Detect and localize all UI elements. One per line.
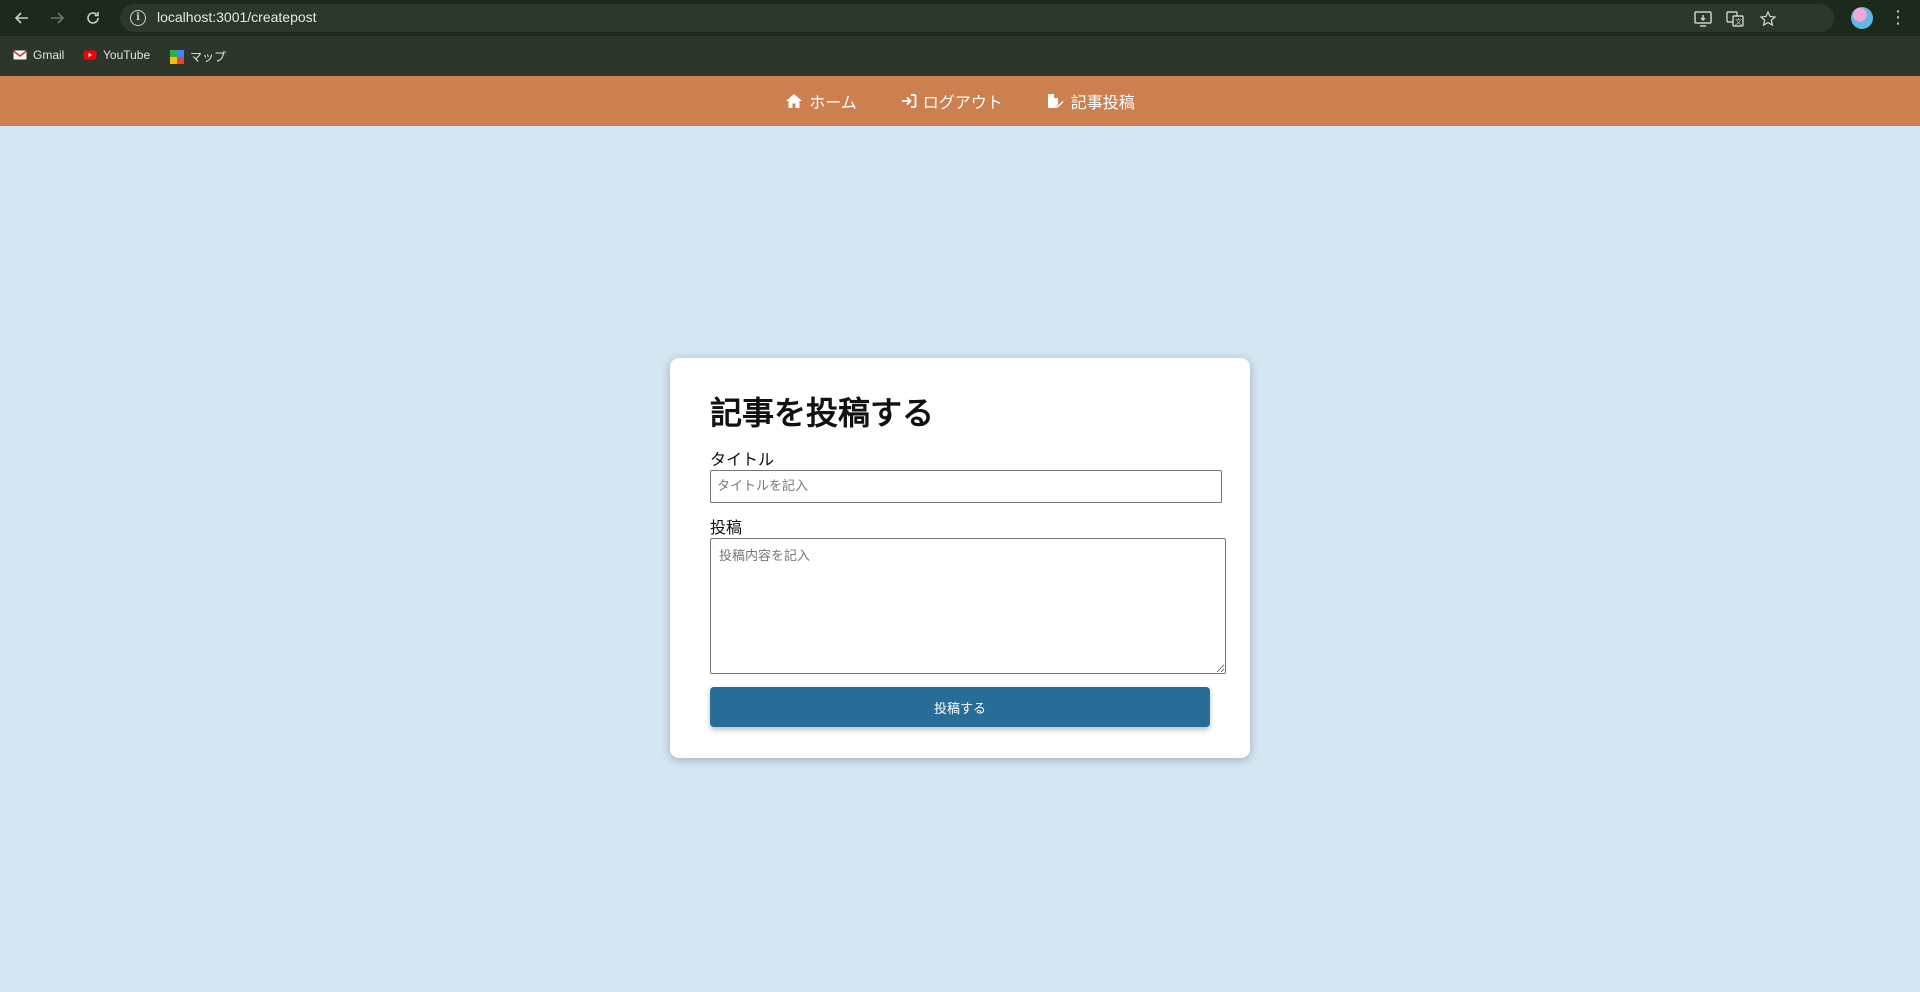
profile-avatar[interactable]	[1851, 7, 1873, 29]
post-textarea[interactable]	[710, 538, 1226, 674]
bookmarks-bar: Gmail YouTube マップ	[0, 36, 1920, 76]
bookmark-label: YouTube	[103, 48, 151, 62]
app-navbar: ホーム ログアウト 記事投稿	[0, 76, 1920, 126]
translate-icon[interactable]: 文	[1724, 8, 1746, 30]
address-bar[interactable]: i localhost:3001/createpost 文	[120, 4, 1834, 32]
maps-icon	[170, 49, 184, 64]
youtube-icon	[83, 50, 97, 60]
reload-icon[interactable]	[81, 6, 105, 30]
bookmark-gmail[interactable]: Gmail	[13, 48, 64, 62]
url-text[interactable]: localhost:3001/createpost	[157, 9, 317, 25]
create-post-card: 記事を投稿する タイトル 投稿 投稿する	[670, 358, 1250, 758]
bookmark-maps[interactable]: マップ	[170, 48, 226, 65]
nav-logout-label: ログアウト	[922, 93, 1003, 112]
svg-text:文: 文	[1735, 17, 1742, 26]
bookmark-label: マップ	[190, 50, 227, 64]
title-label: タイトル	[710, 450, 775, 469]
home-icon	[786, 94, 803, 108]
gmail-icon	[13, 50, 27, 60]
site-info-icon[interactable]: i	[130, 10, 146, 26]
submit-post-button[interactable]: 投稿する	[710, 687, 1210, 727]
browser-toolbar: i localhost:3001/createpost 文 ⋮	[0, 0, 1920, 36]
bookmark-youtube[interactable]: YouTube	[83, 48, 150, 62]
bookmark-label: Gmail	[33, 48, 65, 62]
nav-createpost-link[interactable]: 記事投稿	[1047, 89, 1135, 113]
more-menu-icon[interactable]: ⋮	[1888, 6, 1908, 30]
back-arrow-icon[interactable]	[10, 6, 34, 30]
title-input[interactable]	[710, 470, 1222, 503]
forward-arrow-icon[interactable]	[45, 6, 69, 30]
nav-createpost-label: 記事投稿	[1070, 93, 1135, 112]
file-pen-icon	[1047, 94, 1065, 108]
page-title: 記事を投稿する	[710, 394, 935, 432]
nav-home-label: ホーム	[809, 93, 857, 112]
bookmark-star-icon[interactable]	[1757, 8, 1779, 30]
nav-home-link[interactable]: ホーム	[785, 89, 857, 113]
nav-logout-link[interactable]: ログアウト	[901, 89, 1003, 113]
logout-icon	[901, 94, 917, 108]
post-label: 投稿	[710, 518, 743, 537]
install-app-icon[interactable]	[1692, 8, 1714, 30]
